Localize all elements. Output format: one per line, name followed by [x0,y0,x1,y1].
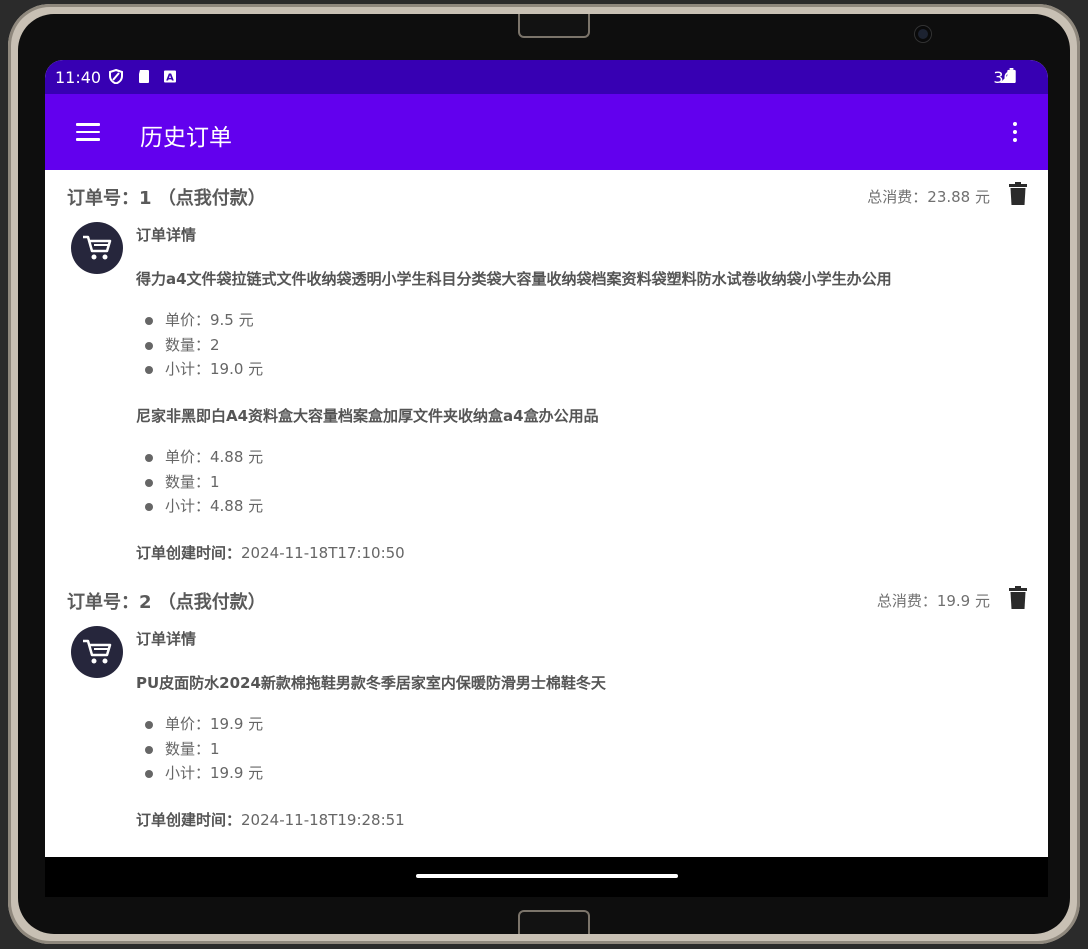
avatar [71,626,123,678]
trash-icon[interactable] [1009,182,1027,206]
order-list[interactable]: 订单号：1 （点我付款） 总消费：23.88 元 订单详情 得力a4文件袋拉链式… [45,170,1048,857]
order-header: 订单号：1 （点我付款） [67,184,266,210]
order-detail-title: 订单详情 [136,226,197,244]
svg-text:A: A [166,73,174,84]
order-number: 订单号：2 [67,592,152,613]
hinge-top [518,14,590,38]
product-name: 尼家非黑即白A4资料盒大容量档案盒加厚文件夹收纳盒a4盒办公用品 [136,407,599,425]
screen: 11:40 A 3G 历史订单 订单号：1 （点我付款） 总消费：23.88 元… [45,60,1048,897]
unit-price: 单价：19.9 元 [145,712,263,737]
subtotal: 小计：4.88 元 [145,494,263,519]
quantity: 数量：1 [145,470,263,495]
shield-icon [109,69,123,84]
pay-link[interactable]: （点我付款） [158,188,266,209]
avatar [71,222,123,274]
order-card: 订单号：1 （点我付款） 总消费：23.88 元 订单详情 得力a4文件袋拉链式… [45,170,1048,575]
trash-icon[interactable] [1009,586,1027,610]
unit-price: 单价：9.5 元 [145,308,263,333]
subtotal: 小计：19.9 元 [145,761,263,786]
status-time: 11:40 [55,68,102,87]
order-created-time: 订单创建时间：2024-11-18T19:28:51 [136,809,405,830]
status-bar: 11:40 A 3G [45,60,1048,94]
home-handle[interactable] [416,874,678,878]
subtotal: 小计：19.0 元 [145,357,263,382]
menu-icon[interactable] [76,123,100,141]
product-name: 得力a4文件袋拉链式文件收纳袋透明小学生科目分类袋大容量收纳袋档案资料袋塑料防水… [136,270,892,288]
notification-a-icon: A [164,70,176,84]
overflow-menu-icon[interactable] [1012,122,1018,144]
order-card: 订单号：2 （点我付款） 总消费：19.9 元 订单详情 PU皮面防水2024新… [45,574,1048,857]
pay-link[interactable]: （点我付款） [158,592,266,613]
order-total: 总消费：23.88 元 [867,188,990,206]
created-value: 2024-11-18T17:10:50 [241,544,405,562]
gesture-nav-bar [45,857,1048,897]
app-bar: 历史订单 [45,94,1048,170]
created-label: 订单创建时间： [136,811,242,829]
sd-card-icon [139,70,149,83]
product-name: PU皮面防水2024新款棉拖鞋男款冬季居家室内保暖防滑男士棉鞋冬天 [136,674,606,692]
created-label: 订单创建时间： [136,544,242,562]
quantity: 数量：2 [145,333,263,358]
product-info-list: 单价：4.88 元 数量：1 小计：4.88 元 [145,445,263,519]
order-number: 订单号：1 [67,188,152,209]
product-info-list: 单价：9.5 元 数量：2 小计：19.0 元 [145,308,263,382]
shopping-cart-icon [83,235,112,260]
order-created-time: 订单创建时间：2024-11-18T17:10:50 [136,542,405,563]
order-total: 总消费：19.9 元 [876,592,990,610]
order-detail-title: 订单详情 [136,630,197,648]
created-value: 2024-11-18T19:28:51 [241,811,405,829]
page-title: 历史订单 [140,125,232,151]
battery-icon [1007,68,1016,83]
hinge-bottom [518,910,590,934]
quantity: 数量：1 [145,737,263,762]
front-camera [915,26,931,42]
order-header: 订单号：2 （点我付款） [67,588,266,614]
unit-price: 单价：4.88 元 [145,445,263,470]
shopping-cart-icon [83,639,112,664]
product-info-list: 单价：19.9 元 数量：1 小计：19.9 元 [145,712,263,786]
